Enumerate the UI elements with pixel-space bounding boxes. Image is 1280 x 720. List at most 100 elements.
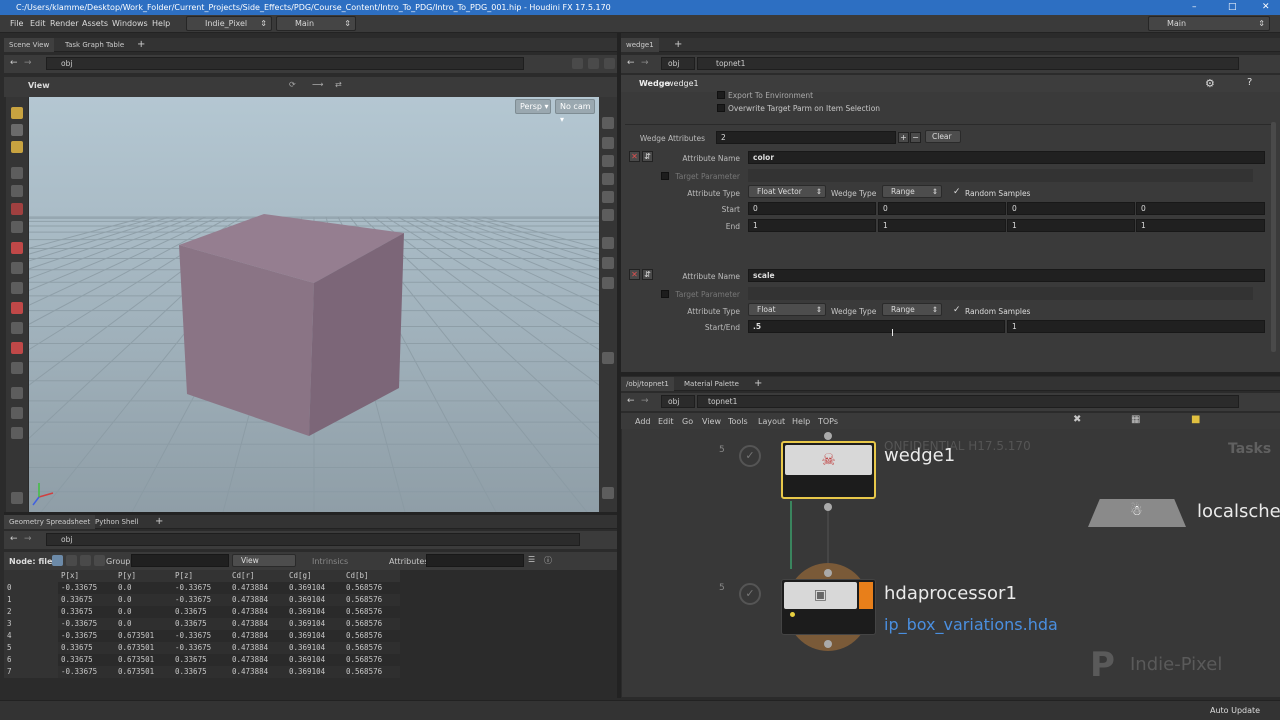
menu-help[interactable]: Help — [792, 417, 810, 426]
settings-icon[interactable] — [11, 492, 23, 504]
back-icon[interactable]: ← — [10, 58, 18, 68]
minimize-icon[interactable]: – — [1192, 0, 1197, 15]
column-header[interactable]: Cd[r] — [229, 570, 286, 582]
menu-windows[interactable]: Windows — [112, 15, 148, 33]
close-icon[interactable]: ✕ — [1262, 0, 1270, 15]
bg-icon[interactable] — [602, 487, 614, 499]
tab-geometry-spreadsheet[interactable]: Geometry Spreadsheet — [4, 515, 96, 529]
tab-material-palette[interactable]: Material Palette — [679, 377, 744, 391]
gear-icon[interactable]: ⚙ — [1205, 77, 1215, 90]
hda-output-dot[interactable] — [824, 640, 832, 648]
attr2-random-checkbox[interactable]: ✓ — [953, 306, 961, 315]
table-row[interactable]: 6 0.33675 0.673501 0.33675 0.473884 0.369104 0… — [4, 654, 400, 666]
add-tab-icon[interactable]: + — [132, 38, 150, 52]
layout-dropdown[interactable]: Main ⇕ — [276, 16, 356, 31]
3d-viewport[interactable]: Persp ▾ No cam ▾ — [29, 97, 599, 512]
column-header[interactable]: Cd[b] — [343, 570, 400, 582]
help-icon[interactable]: ? — [1247, 77, 1252, 88]
help-icon[interactable] — [604, 58, 615, 69]
insert-attr-icon[interactable]: ⇵ — [642, 151, 653, 162]
table-row[interactable]: 1 0.33675 0.0 -0.33675 0.473884 0.369104 0.568… — [4, 594, 400, 606]
view-label[interactable]: View — [28, 81, 50, 90]
camera-tool-icon[interactable]: ⟳ — [289, 80, 296, 89]
column-header[interactable]: Cd[g] — [286, 570, 343, 582]
tab-topnet1[interactable]: /obj/topnet1 — [621, 377, 674, 391]
display-options-icon[interactable] — [602, 117, 614, 129]
points-icon[interactable] — [602, 237, 614, 249]
back-icon[interactable]: ← — [627, 396, 635, 406]
intrinsics-label[interactable]: Intrinsics — [312, 557, 348, 566]
grid-icon[interactable]: ▦ — [1131, 414, 1140, 425]
attr1-end-2[interactable]: 1 — [1007, 219, 1135, 232]
obj-path-field[interactable]: obj — [661, 57, 695, 70]
render-icon[interactable] — [11, 387, 23, 399]
display-icon[interactable] — [11, 427, 23, 439]
attr2-wedge-type-dropdown[interactable]: Range ⇕ — [882, 303, 942, 316]
menu-view[interactable]: View — [702, 417, 721, 426]
attr2-name-field[interactable]: scale — [748, 269, 1265, 282]
add-tab-icon[interactable]: + — [669, 38, 687, 52]
attributes-field[interactable] — [426, 554, 524, 567]
network-editor[interactable]: ONFIDENTIAL H17.5.170 Tasks 5 ✓ ☠ wedge1… — [622, 429, 1280, 697]
grid-tool-icon[interactable] — [11, 302, 23, 314]
forward-icon[interactable]: → — [641, 58, 649, 68]
paint-tool-icon[interactable] — [11, 203, 23, 215]
attr2-end-field[interactable]: 1 — [1007, 320, 1265, 333]
hda-input-dot[interactable] — [824, 569, 832, 577]
uv-icon[interactable] — [602, 277, 614, 289]
link-icon[interactable] — [588, 58, 599, 69]
sticky-note-icon[interactable]: ■ — [1191, 414, 1200, 425]
desktop-dropdown[interactable]: Indie_Pixel ⇕ — [186, 16, 272, 31]
attr2-target-field[interactable] — [748, 287, 1253, 300]
view-tool-icon[interactable] — [11, 242, 23, 254]
lock-camera-icon[interactable] — [602, 155, 614, 167]
forward-icon[interactable]: → — [24, 534, 32, 544]
tab-python-shell[interactable]: Python Shell — [90, 515, 144, 529]
localscheduler-label[interactable]: localsche — [1197, 501, 1280, 522]
hda-node[interactable]: ▣ — [781, 579, 876, 635]
column-header[interactable] — [4, 570, 58, 582]
pan-tool-icon[interactable]: ⟶ — [312, 80, 323, 89]
shading-icon[interactable] — [602, 173, 614, 185]
attr2-start-field[interactable]: .5 — [748, 320, 1005, 333]
view-dropdown[interactable]: View — [232, 554, 296, 567]
table-row[interactable]: 4 -0.33675 0.673501 -0.33675 0.473884 0.36910… — [4, 630, 400, 642]
table-row[interactable]: 2 0.33675 0.0 0.33675 0.473884 0.369104 0.5685… — [4, 606, 400, 618]
group-field[interactable] — [131, 554, 229, 567]
menu-layout[interactable]: Layout — [758, 417, 785, 426]
obj-path-field[interactable]: obj — [661, 395, 695, 408]
cam-menu[interactable]: No cam ▾ — [555, 99, 595, 124]
light-icon[interactable] — [602, 209, 614, 221]
tab-task-graph-table[interactable]: Task Graph Table — [60, 38, 129, 52]
params-path-field[interactable]: topnet1 — [697, 57, 1239, 70]
attr1-start-1[interactable]: 0 — [878, 202, 1006, 215]
menu-edit[interactable]: Edit — [30, 15, 46, 33]
lock-tool-icon[interactable] — [11, 185, 23, 197]
select-tool-icon[interactable] — [11, 107, 23, 119]
wrench-icon[interactable]: ✖ — [1073, 414, 1081, 425]
table-row[interactable]: 5 0.33675 0.673501 -0.33675 0.473884 0.369104… — [4, 642, 400, 654]
add-tab-icon[interactable]: + — [749, 377, 767, 391]
ghost-icon[interactable] — [602, 137, 614, 149]
numbers-icon[interactable] — [602, 352, 614, 364]
magnet-tool-icon[interactable] — [11, 221, 23, 233]
localscheduler-node[interactable]: ☃ — [1088, 499, 1186, 527]
menu-assets[interactable]: Assets — [82, 15, 108, 33]
help-icon[interactable]: ⓘ — [544, 555, 552, 566]
window-controls[interactable]: – □ ✕ — [1180, 0, 1280, 15]
wedge1-label[interactable]: wedge1 — [884, 445, 955, 466]
menu-help[interactable]: Help — [152, 15, 170, 33]
menu-tools[interactable]: Tools — [728, 417, 748, 426]
menu-edit[interactable]: Edit — [658, 417, 674, 426]
attr2-type-dropdown[interactable]: Float ⇕ — [748, 303, 826, 316]
handle-tool-icon[interactable] — [11, 141, 23, 153]
attr1-target-field[interactable] — [748, 169, 1253, 182]
pose-tool-icon[interactable] — [11, 167, 23, 179]
table-row[interactable]: 3 -0.33675 0.0 0.33675 0.473884 0.369104 0.568… — [4, 618, 400, 630]
add-multiparm-button[interactable]: + — [898, 132, 909, 143]
column-header[interactable]: P[z] — [172, 570, 229, 582]
attr1-start-3[interactable]: 0 — [1136, 202, 1265, 215]
add-tab-icon[interactable]: + — [150, 515, 168, 529]
remove-attr-icon[interactable]: ✕ — [629, 151, 640, 162]
menu-tops[interactable]: TOPs — [818, 417, 838, 426]
